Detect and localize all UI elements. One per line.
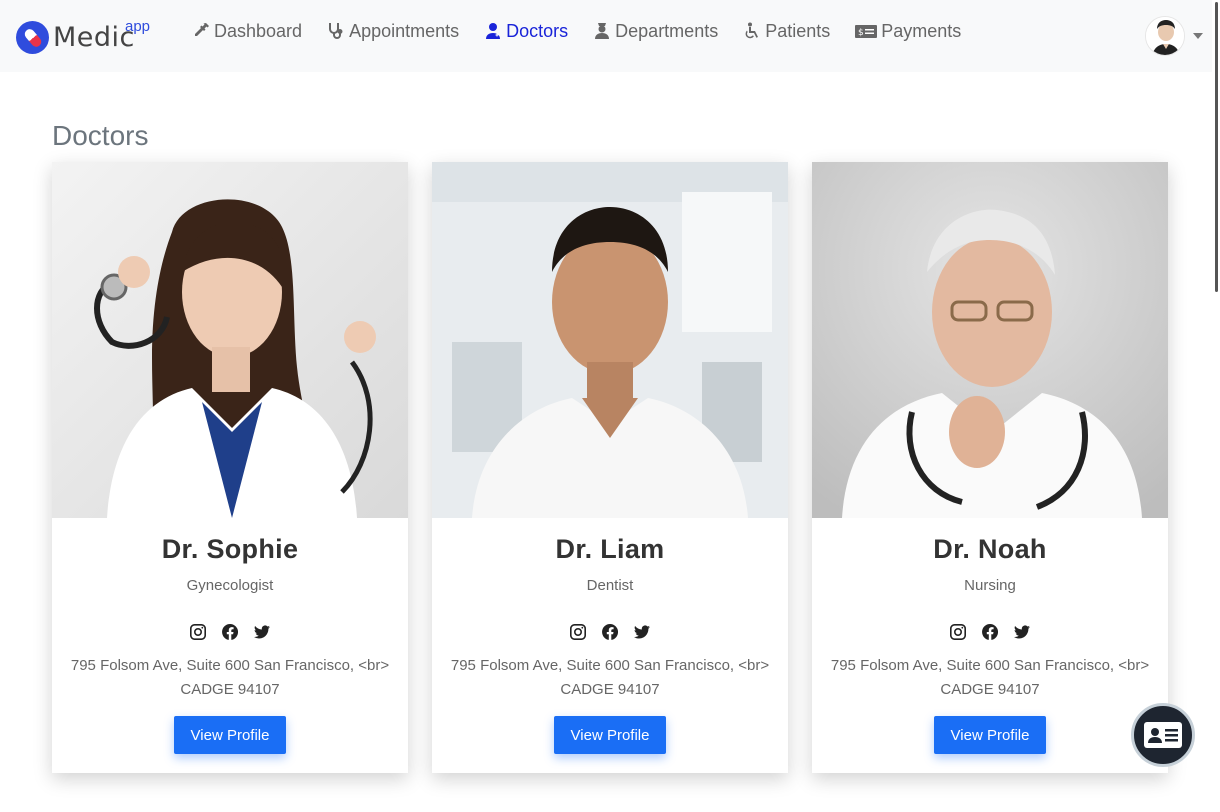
nav-departments-label: Departments	[615, 20, 719, 41]
doctor-specialty: Gynecologist	[186, 577, 274, 594]
nav-doctors-label: Doctors	[506, 20, 569, 41]
social-links	[190, 623, 270, 640]
social-links	[570, 623, 650, 640]
twitter-icon[interactable]	[634, 624, 650, 640]
doctor-specialty: Nursing	[964, 577, 1016, 594]
avatar[interactable]	[1145, 16, 1185, 56]
syringe-icon	[195, 23, 209, 36]
doctor-address: 795 Folsom Ave, Suite 600 San Francisco,…	[830, 657, 1150, 698]
nav-patients[interactable]: Patients	[743, 21, 830, 42]
doctor-name: Dr. Sophie	[161, 534, 299, 564]
scrollbar[interactable]	[1212, 0, 1220, 812]
doctor-address: 795 Folsom Ave, Suite 600 San Francisco,…	[450, 657, 770, 698]
user-nurse-icon	[595, 23, 610, 39]
page-title: Doctors	[52, 120, 149, 151]
doctor-photo	[432, 162, 788, 518]
brand-name: Medic	[53, 21, 135, 53]
chevron-down-icon	[1193, 33, 1203, 39]
brand-logo-link[interactable]: Medic app	[16, 18, 150, 54]
facebook-icon[interactable]	[982, 623, 999, 640]
doctor-photo	[52, 162, 408, 518]
doctor-cards: Dr. Sophie Gynecologist 795 Folsom Ave, …	[52, 162, 1168, 773]
doctor-card: Dr. Liam Dentist 795 Folsom Ave, Suite 6…	[432, 162, 788, 773]
view-profile-button[interactable]: View Profile	[554, 716, 666, 754]
pill-logo-icon	[16, 20, 49, 54]
twitter-icon[interactable]	[254, 624, 270, 640]
nav-appointments-label: Appointments	[349, 20, 460, 41]
instagram-icon[interactable]	[570, 624, 586, 640]
top-navbar: Medic app Dashboard Appointments Doctors…	[0, 0, 1212, 72]
doctor-specialty: Dentist	[586, 577, 634, 594]
nav-departments[interactable]: Departments	[593, 21, 718, 42]
twitter-icon[interactable]	[1014, 624, 1030, 640]
user-doctor-icon	[486, 23, 501, 39]
nav-payments-label: Payments	[881, 20, 962, 41]
money-bill-icon: $	[855, 25, 878, 38]
instagram-icon[interactable]	[190, 624, 206, 640]
svg-text:$: $	[858, 28, 864, 38]
doctor-card: Dr. Sophie Gynecologist 795 Folsom Ave, …	[52, 162, 408, 773]
facebook-icon[interactable]	[222, 623, 239, 640]
nav-dashboard-label: Dashboard	[214, 20, 303, 41]
doctor-name: Dr. Liam	[555, 534, 665, 564]
instagram-icon[interactable]	[950, 624, 966, 640]
doctor-address: 795 Folsom Ave, Suite 600 San Francisco,…	[70, 657, 390, 698]
social-links	[950, 623, 1030, 640]
doctor-card: Dr. Noah Nursing 795 Folsom Ave, Suite 6…	[812, 162, 1168, 773]
view-profile-button[interactable]: View Profile	[174, 716, 286, 754]
brand-superscript: app	[125, 18, 151, 35]
nav-doctors[interactable]: Doctors	[484, 21, 568, 42]
nav-payments[interactable]: $ Payments	[855, 21, 961, 42]
doctor-photo	[812, 162, 1168, 518]
stethoscope-icon	[329, 23, 343, 39]
view-profile-button[interactable]: View Profile	[934, 716, 1046, 754]
wheelchair-icon	[745, 22, 759, 39]
user-menu[interactable]	[1145, 16, 1203, 56]
nav-appointments[interactable]: Appointments	[327, 21, 459, 42]
main-nav: Dashboard Appointments Doctors Departmen…	[192, 18, 961, 44]
address-card-icon	[1144, 722, 1182, 748]
facebook-icon[interactable]	[602, 623, 619, 640]
nav-dashboard[interactable]: Dashboard	[192, 21, 302, 42]
doctor-name: Dr. Noah	[933, 534, 1047, 564]
nav-patients-label: Patients	[765, 20, 831, 41]
contact-card-fab-button[interactable]	[1131, 703, 1195, 767]
